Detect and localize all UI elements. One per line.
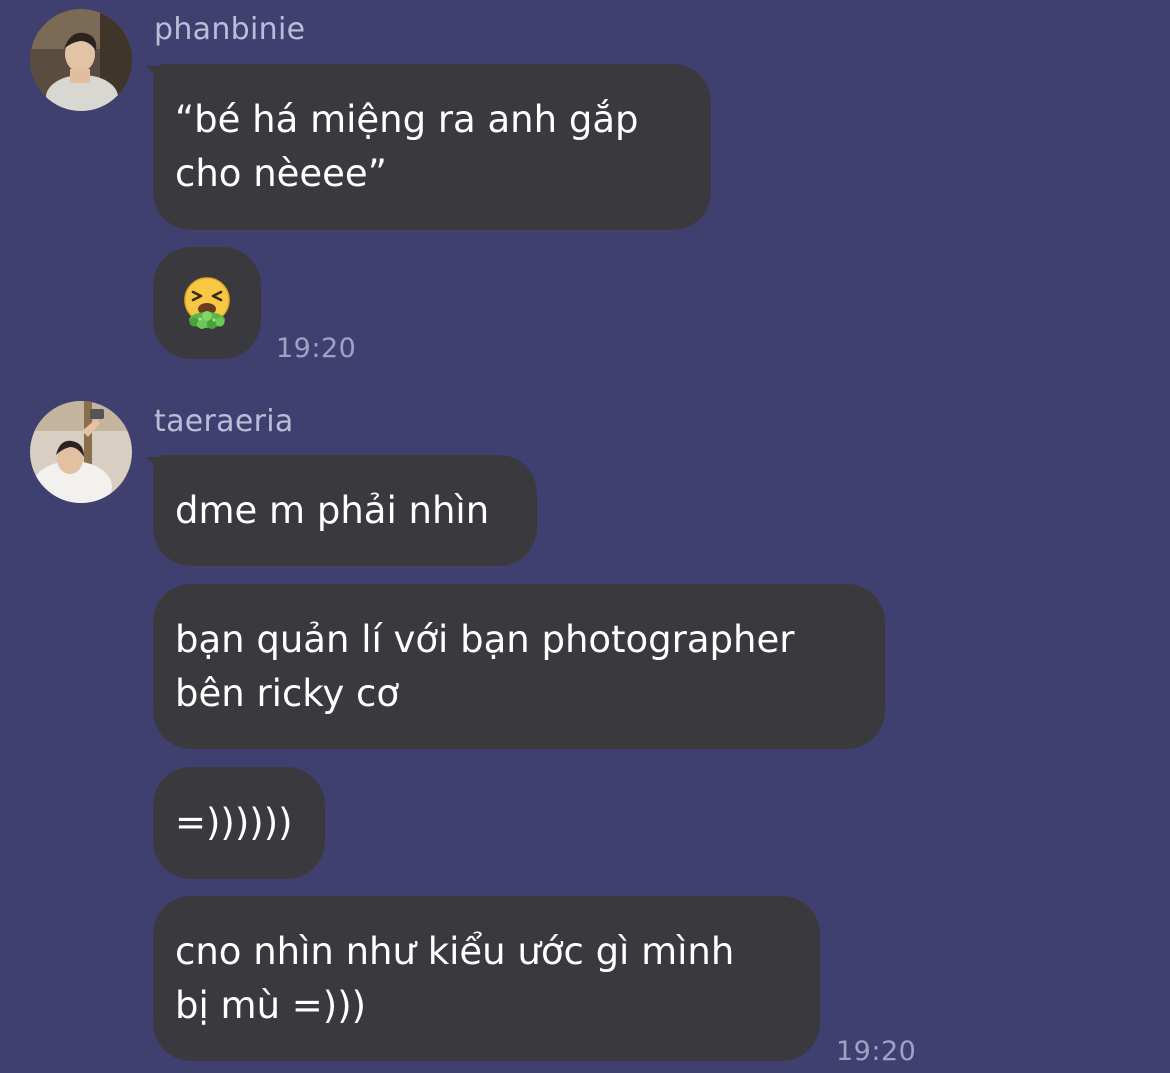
avatar-photo-2 xyxy=(30,401,132,503)
vomiting-face-icon xyxy=(180,276,234,330)
message-bubble[interactable]: dme m phải nhìn xyxy=(153,455,537,566)
message-bubble[interactable]: =)))))) xyxy=(153,767,325,879)
avatar-phanbinie[interactable] xyxy=(30,9,132,111)
message-text: dme m phải nhìn xyxy=(175,488,490,532)
message-bubble[interactable]: “bé há miệng ra anh gắp cho nèeee” xyxy=(153,64,711,230)
message-text: cno nhìn như kiểu ước gì mình xyxy=(175,929,735,973)
message-text: “bé há miệng ra anh gắp xyxy=(175,98,639,141)
emoji-bubble[interactable] xyxy=(153,247,261,359)
message-timestamp: 19:20 xyxy=(836,1036,917,1067)
avatar-photo-1 xyxy=(30,9,132,111)
message-text: bị mù =))) xyxy=(175,983,367,1027)
message-bubble[interactable]: cno nhìn như kiểu ước gì mình bị mù =))) xyxy=(153,896,820,1061)
username-taeraeria[interactable]: taeraeria xyxy=(154,407,294,437)
message-bubble[interactable]: bạn quản lí với bạn photographer bên ric… xyxy=(153,584,885,749)
message-text: bạn quản lí với bạn photographer xyxy=(175,617,795,661)
message-text: bên ricky cơ xyxy=(175,671,400,715)
avatar-taeraeria[interactable] xyxy=(30,401,132,503)
message-text: cho nèeee” xyxy=(175,152,387,195)
username-phanbinie[interactable]: phanbinie xyxy=(154,15,305,45)
message-timestamp: 19:20 xyxy=(276,333,357,364)
message-text: =)))))) xyxy=(175,801,293,844)
